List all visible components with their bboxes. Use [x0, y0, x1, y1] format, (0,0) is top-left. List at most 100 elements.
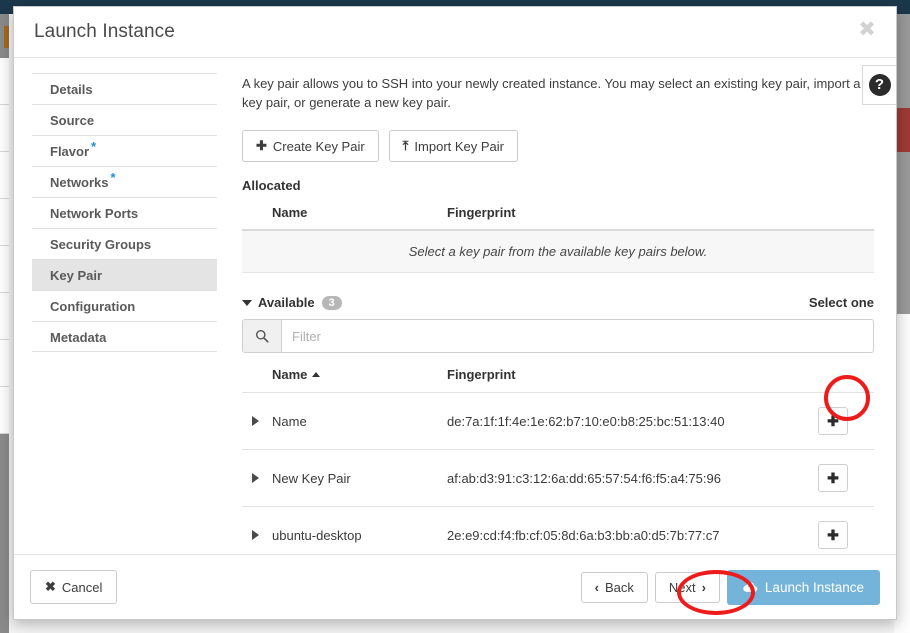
- sidebar-item-flavor[interactable]: Flavor *: [32, 135, 217, 166]
- allocated-empty-message: Select a key pair from the available key…: [242, 229, 874, 273]
- upload-icon: ⤒: [402, 138, 409, 153]
- row-fingerprint-cell: 2e:e9:cd:f4:fb:cf:05:8d:6a:b3:bb:a0:d5:7…: [447, 527, 720, 543]
- page-title: Launch Instance: [34, 21, 175, 42]
- search-icon[interactable]: [243, 320, 282, 352]
- available-fingerprint-header[interactable]: Fingerprint: [447, 361, 818, 393]
- sidebar-item-networks[interactable]: Networks *: [32, 166, 217, 197]
- row-expand-cell: [242, 450, 272, 507]
- sidebar-item-label: Source: [50, 113, 95, 128]
- background-left-rows: [0, 58, 9, 513]
- table-row[interactable]: Name de:7a:1f:1f:4e:1e:62:b7:10:e0:b8:25…: [242, 392, 874, 450]
- back-label: Back: [604, 579, 634, 595]
- modal-footer: ✖ Cancel ‹ Back Next › Launch Instance: [14, 554, 896, 619]
- question-mark-icon: ?: [868, 74, 891, 96]
- allocated-expand-header: [242, 201, 272, 230]
- available-count-badge: 3: [321, 295, 342, 310]
- chevron-right-icon[interactable]: [252, 529, 259, 540]
- required-asterisk: *: [110, 169, 116, 185]
- footer-right-buttons: ‹ Back Next › Launch Instance: [580, 569, 880, 605]
- modal-header: Launch Instance ✖: [14, 7, 896, 58]
- sidebar-item-label: Network Ports: [50, 206, 139, 221]
- wizard-step-nav: Details Source Flavor * Networks * Network…: [14, 58, 217, 554]
- sidebar-item-label: Configuration: [50, 299, 136, 314]
- sidebar-item-network-ports[interactable]: Network Ports: [32, 197, 217, 228]
- chevron-right-icon: ›: [701, 579, 706, 595]
- table-row[interactable]: ubuntu-desktop 2e:e9:cd:f4:fb:cf:05:8d:6…: [242, 506, 874, 555]
- create-key-pair-button[interactable]: ✚ Create Key Pair: [242, 130, 379, 162]
- sidebar-item-label: Details: [50, 82, 93, 97]
- sidebar-item-key-pair[interactable]: Key Pair: [32, 259, 217, 290]
- sidebar-item-label: Flavor: [50, 144, 90, 159]
- available-action-header: [818, 361, 874, 393]
- row-fingerprint-cell: af:ab:d3:91:c3:12:6a:dd:65:57:54:f6:f5:a…: [447, 470, 721, 486]
- allocated-empty-row: Select a key pair from the available key…: [242, 229, 874, 273]
- sidebar-item-configuration[interactable]: Configuration: [32, 290, 217, 321]
- background-sidebar-accent: [4, 26, 9, 48]
- available-name-header-label: Name: [272, 367, 308, 382]
- help-button[interactable]: ?: [862, 65, 896, 105]
- sidebar-item-details[interactable]: Details: [32, 73, 217, 104]
- cancel-button[interactable]: ✖ Cancel: [30, 570, 118, 604]
- sidebar-item-source[interactable]: Source: [32, 104, 217, 135]
- chevron-left-icon: ‹: [594, 579, 599, 595]
- launch-instance-label: Launch Instance: [764, 579, 864, 595]
- chevron-right-icon[interactable]: [252, 472, 259, 483]
- launch-instance-modal: Launch Instance ✖ Details Source Flavor *…: [13, 6, 897, 620]
- launch-instance-button[interactable]: Launch Instance: [726, 569, 880, 605]
- sidebar-item-label: Metadata: [50, 330, 107, 345]
- table-header-row: Name Fingerprint: [242, 201, 874, 230]
- create-key-pair-label: Create Key Pair: [272, 138, 365, 154]
- next-label: Next: [668, 579, 696, 595]
- back-button[interactable]: ‹ Back: [580, 571, 648, 603]
- sidebar-item-metadata[interactable]: Metadata: [32, 321, 217, 352]
- add-key-pair-button[interactable]: ✚: [817, 407, 848, 435]
- allocated-heading: Allocated: [242, 178, 301, 193]
- filter-bar: [242, 319, 874, 353]
- sidebar-item-security-groups[interactable]: Security Groups: [32, 228, 217, 259]
- row-name-cell: ubuntu-desktop: [272, 527, 362, 543]
- allocated-action-header: [818, 201, 874, 230]
- key-pair-action-buttons: ✚ Create Key Pair ⤒ Import Key Pair: [242, 130, 874, 162]
- row-name-cell: New Key Pair: [272, 470, 351, 486]
- available-section-header: Available 3 Select one: [242, 295, 874, 310]
- allocated-table: Name Fingerprint Select a key pair from …: [242, 201, 874, 273]
- chevron-right-icon[interactable]: [252, 415, 259, 426]
- close-icon[interactable]: ✖: [850, 12, 884, 46]
- import-key-pair-button[interactable]: ⤒ Import Key Pair: [388, 130, 519, 162]
- next-button[interactable]: Next ›: [654, 571, 720, 603]
- sidebar-item-label: Key Pair: [50, 268, 103, 283]
- available-expand-header: [242, 361, 272, 393]
- row-name-cell: Name: [272, 413, 307, 429]
- cancel-label: Cancel: [61, 579, 103, 595]
- sidebar-item-label: Security Groups: [50, 237, 152, 252]
- import-key-pair-label: Import Key Pair: [414, 138, 505, 154]
- add-key-pair-button[interactable]: ✚: [817, 521, 848, 549]
- key-pair-panel: A key pair allows you to SSH into your n…: [217, 58, 896, 554]
- sort-ascending-icon: [312, 372, 321, 377]
- key-pair-description: A key pair allows you to SSH into your n…: [242, 76, 861, 110]
- allocated-fingerprint-header: Fingerprint: [447, 205, 516, 220]
- add-key-pair-button[interactable]: ✚: [817, 464, 848, 492]
- sidebar-item-label: Networks: [50, 175, 109, 190]
- close-x-icon: ✖: [45, 579, 56, 594]
- available-name-header[interactable]: Name: [272, 361, 447, 393]
- available-key-pairs-table: Name Fingerprint Name de:7a:1f:1f:4e:1e:…: [242, 361, 874, 554]
- cloud-upload-icon: [743, 582, 758, 592]
- plus-icon: ✚: [256, 138, 267, 153]
- row-expand-cell: [242, 507, 272, 555]
- row-fingerprint-cell: de:7a:1f:1f:4e:1e:62:b7:10:e0:b8:25:bc:5…: [447, 413, 725, 429]
- available-label: Available: [258, 295, 315, 310]
- row-action-cell: ✚: [817, 393, 874, 450]
- table-header-row: Name Fingerprint: [242, 361, 874, 393]
- row-action-cell: ✚: [817, 507, 874, 555]
- search-input[interactable]: [282, 320, 873, 352]
- available-collapse-toggle[interactable]: Available: [242, 295, 315, 310]
- allocated-name-header: Name: [272, 205, 308, 220]
- modal-body: Details Source Flavor * Networks * Network…: [14, 58, 896, 554]
- row-expand-cell: [242, 393, 272, 450]
- row-action-cell: ✚: [817, 450, 874, 507]
- required-asterisk: *: [91, 138, 97, 154]
- chevron-down-icon: [242, 299, 252, 306]
- table-row[interactable]: New Key Pair af:ab:d3:91:c3:12:6a:dd:65:…: [242, 449, 874, 507]
- select-one-label: Select one: [808, 295, 874, 310]
